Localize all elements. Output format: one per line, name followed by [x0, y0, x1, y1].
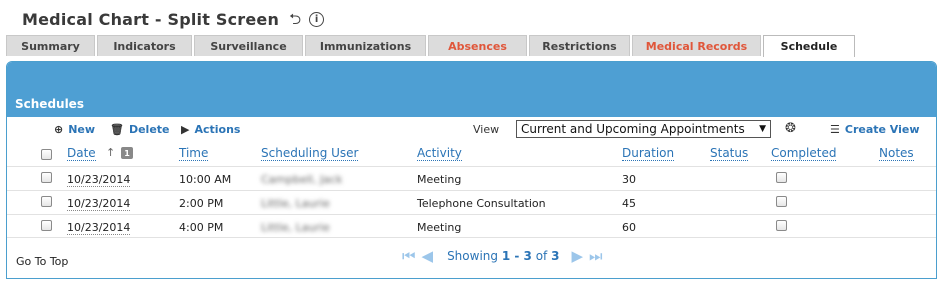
create-view-label: Create View — [844, 123, 920, 136]
tab-bar: Summary Indicators Surveillance Immuniza… — [6, 35, 857, 57]
go-to-top-link[interactable]: Go To Top — [16, 255, 68, 268]
schedules-panel: Schedules ⊕ New 🗑︎ Delete ▶ Actions View… — [6, 61, 937, 279]
page-title: Medical Chart - Split Screen — [22, 9, 280, 29]
prev-page-icon[interactable]: ◀ — [422, 247, 434, 265]
table-row[interactable]: 10/23/2014 2:00 PM Little, Laurie Teleph… — [7, 190, 936, 214]
row-time: 4:00 PM — [179, 221, 224, 234]
create-view-button[interactable]: ☰ Create View — [830, 123, 920, 136]
panel-header: Schedules — [7, 62, 936, 117]
pin-icon[interactable]: ❂ — [785, 121, 796, 136]
row-duration: 45 — [622, 197, 636, 210]
row-user: Little, Laurie — [261, 221, 330, 234]
new-button[interactable]: ⊕ New — [54, 123, 95, 136]
table-row[interactable]: 10/23/2014 4:00 PM Little, Laurie Meetin… — [7, 214, 936, 238]
row-checkbox[interactable] — [41, 172, 52, 183]
showing-range: 1 - 3 — [501, 249, 532, 263]
completed-checkbox[interactable] — [776, 196, 787, 207]
row-duration: 60 — [622, 221, 636, 234]
new-label: New — [68, 123, 96, 136]
column-activity[interactable]: Activity — [417, 146, 462, 161]
panel-title: Schedules — [15, 97, 84, 111]
select-all-checkbox[interactable] — [41, 149, 52, 160]
next-page-icon[interactable]: ▶ — [571, 247, 583, 265]
row-activity: Meeting — [417, 221, 462, 234]
list-settings-icon: ☰ — [830, 123, 840, 136]
toolbar: ⊕ New 🗑︎ Delete ▶ Actions View Current a… — [7, 119, 936, 143]
column-notes[interactable]: Notes — [879, 146, 914, 161]
tab-immunizations[interactable]: Immunizations — [305, 35, 426, 56]
play-circle-icon: ▶ — [181, 123, 190, 136]
row-checkbox[interactable] — [41, 196, 52, 207]
showing-prefix: Showing — [447, 249, 498, 263]
completed-checkbox[interactable] — [776, 220, 787, 231]
pagination: ⏮ ◀ Showing 1 - 3 of 3 ▶ ⏭ — [402, 247, 609, 265]
view-select[interactable]: Current and Upcoming Appointments ▼ — [516, 120, 771, 138]
tab-medical-records[interactable]: Medical Records — [632, 35, 761, 56]
column-date[interactable]: Date — [67, 146, 96, 161]
row-user: Little, Laurie — [261, 197, 330, 210]
tab-summary[interactable]: Summary — [6, 35, 95, 56]
table-header: Date ↑ 1 Time Scheduling User Activity D… — [7, 146, 936, 164]
row-activity: Meeting — [417, 173, 462, 186]
info-icon[interactable]: i — [309, 11, 325, 27]
table-footer: Go To Top ⏮ ◀ Showing 1 - 3 of 3 ▶ ⏭ — [7, 236, 936, 278]
tab-absences[interactable]: Absences — [428, 35, 527, 56]
row-checkbox[interactable] — [41, 220, 52, 231]
return-arrow-icon[interactable]: ⮌ — [289, 11, 301, 27]
column-status[interactable]: Status — [710, 146, 749, 161]
column-time[interactable]: Time — [179, 146, 209, 161]
completed-checkbox[interactable] — [776, 172, 787, 183]
column-scheduling-user[interactable]: Scheduling User — [261, 146, 359, 161]
row-date[interactable]: 10/23/2014 — [67, 221, 131, 235]
showing-text: Showing 1 - 3 of 3 — [447, 249, 559, 263]
sort-up-icon[interactable]: ↑ — [106, 146, 115, 159]
row-date[interactable]: 10/23/2014 — [67, 197, 131, 211]
column-duration[interactable]: Duration — [622, 146, 675, 161]
first-page-icon[interactable]: ⏮ — [402, 247, 416, 265]
table-body: 10/23/2014 10:00 AM Campbell, Jack Meeti… — [7, 166, 936, 238]
row-time: 2:00 PM — [179, 197, 224, 210]
table-row[interactable]: 10/23/2014 10:00 AM Campbell, Jack Meeti… — [7, 166, 936, 190]
row-activity: Telephone Consultation — [417, 197, 546, 210]
trash-icon: 🗑︎ — [110, 123, 124, 136]
view-label: View — [473, 123, 500, 136]
row-user: Campbell, Jack — [261, 173, 343, 186]
title-row: Medical Chart - Split Screen ⮌ i — [22, 8, 325, 30]
row-duration: 30 — [622, 173, 636, 186]
row-date[interactable]: 10/23/2014 — [67, 173, 131, 187]
sort-order-badge: 1 — [121, 147, 133, 159]
showing-total: 3 — [551, 249, 560, 263]
dropdown-arrow-icon: ▼ — [759, 124, 766, 134]
tab-restrictions[interactable]: Restrictions — [529, 35, 630, 56]
delete-label: Delete — [128, 123, 170, 136]
tab-schedule[interactable]: Schedule — [763, 35, 855, 57]
last-page-icon[interactable]: ⏭ — [589, 247, 603, 265]
actions-button[interactable]: ▶ Actions — [181, 123, 240, 136]
actions-label: Actions — [194, 123, 241, 136]
delete-button[interactable]: 🗑︎ Delete — [110, 123, 170, 136]
plus-circle-icon: ⊕ — [54, 123, 64, 136]
row-time: 10:00 AM — [179, 173, 232, 186]
showing-of: of — [535, 249, 548, 263]
view-select-value: Current and Upcoming Appointments — [521, 122, 745, 136]
column-completed[interactable]: Completed — [771, 146, 837, 161]
tab-surveillance[interactable]: Surveillance — [194, 35, 303, 56]
tab-indicators[interactable]: Indicators — [97, 35, 192, 56]
